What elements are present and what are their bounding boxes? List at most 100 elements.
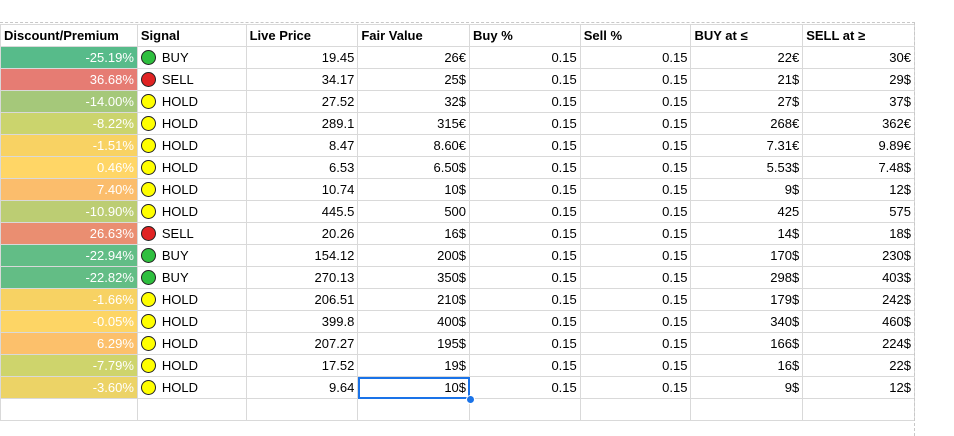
buy-percent-cell[interactable]: 0.15 — [469, 112, 581, 135]
fair-value-cell[interactable]: 26€ — [357, 46, 471, 69]
fair-value-cell[interactable]: 16$ — [357, 222, 471, 245]
cell[interactable] — [245, 398, 359, 421]
signal-cell[interactable]: HOLD — [136, 178, 247, 201]
live-price-cell[interactable]: 20.26 — [245, 222, 359, 245]
buy-percent-cell[interactable]: 0.15 — [469, 332, 581, 355]
live-price-cell[interactable]: 289.1 — [245, 112, 359, 135]
signal-cell[interactable]: HOLD — [136, 156, 247, 179]
signal-cell[interactable]: HOLD — [136, 310, 247, 333]
discount-premium-cell[interactable]: -3.60% — [0, 376, 138, 399]
live-price-cell[interactable]: 207.27 — [245, 332, 359, 355]
sell-percent-cell[interactable]: 0.15 — [579, 46, 692, 69]
header-buy-percent[interactable]: Buy % — [469, 24, 581, 47]
cell[interactable] — [690, 398, 804, 421]
buy-at-cell[interactable]: 5.53$ — [690, 156, 804, 179]
fair-value-cell[interactable]: 6.50$ — [357, 156, 471, 179]
buy-percent-cell[interactable]: 0.15 — [469, 178, 581, 201]
buy-at-cell[interactable]: 425 — [690, 200, 804, 223]
signal-cell[interactable]: BUY — [136, 244, 247, 267]
sell-percent-cell[interactable]: 0.15 — [579, 68, 692, 91]
buy-at-cell[interactable]: 16$ — [690, 354, 804, 377]
sell-percent-cell[interactable]: 0.15 — [579, 288, 692, 311]
discount-premium-cell[interactable]: -22.82% — [0, 266, 138, 289]
fair-value-cell[interactable]: 500 — [357, 200, 471, 223]
live-price-cell[interactable]: 445.5 — [245, 200, 359, 223]
cell[interactable] — [579, 398, 692, 421]
live-price-cell[interactable]: 6.53 — [245, 156, 359, 179]
buy-percent-cell[interactable]: 0.15 — [469, 68, 581, 91]
buy-at-cell[interactable]: 170$ — [690, 244, 804, 267]
buy-at-cell[interactable]: 298$ — [690, 266, 804, 289]
sell-percent-cell[interactable]: 0.15 — [579, 134, 692, 157]
sell-percent-cell[interactable]: 0.15 — [579, 266, 692, 289]
signal-cell[interactable]: HOLD — [136, 134, 247, 157]
signal-cell[interactable]: HOLD — [136, 354, 247, 377]
fill-handle[interactable] — [465, 394, 475, 404]
discount-premium-cell[interactable]: 6.29% — [0, 332, 138, 355]
sell-percent-cell[interactable]: 0.15 — [579, 376, 692, 399]
sell-percent-cell[interactable]: 0.15 — [579, 200, 692, 223]
fair-value-cell[interactable]: 195$ — [357, 332, 471, 355]
buy-percent-cell[interactable]: 0.15 — [469, 90, 581, 113]
buy-at-cell[interactable]: 179$ — [690, 288, 804, 311]
sell-at-cell[interactable]: 242$ — [802, 288, 915, 311]
header-buy-at[interactable]: BUY at ≤ — [690, 24, 804, 47]
header-sell-percent[interactable]: Sell % — [579, 24, 692, 47]
signal-cell[interactable]: HOLD — [136, 288, 247, 311]
buy-percent-cell[interactable]: 0.15 — [469, 46, 581, 69]
signal-cell[interactable]: BUY — [136, 266, 247, 289]
signal-cell[interactable]: SELL — [136, 68, 247, 91]
buy-percent-cell[interactable]: 0.15 — [469, 200, 581, 223]
discount-premium-cell[interactable]: -22.94% — [0, 244, 138, 267]
buy-percent-cell[interactable]: 0.15 — [469, 134, 581, 157]
discount-premium-cell[interactable]: -14.00% — [0, 90, 138, 113]
fair-value-cell[interactable]: 19$ — [357, 354, 471, 377]
discount-premium-cell[interactable]: -8.22% — [0, 112, 138, 135]
sell-at-cell[interactable]: 362€ — [802, 112, 915, 135]
fair-value-cell[interactable]: 400$ — [357, 310, 471, 333]
sell-percent-cell[interactable]: 0.15 — [579, 178, 692, 201]
discount-premium-cell[interactable]: 0.46% — [0, 156, 138, 179]
live-price-cell[interactable]: 19.45 — [245, 46, 359, 69]
sell-at-cell[interactable]: 22$ — [802, 354, 915, 377]
buy-at-cell[interactable]: 340$ — [690, 310, 804, 333]
buy-at-cell[interactable]: 166$ — [690, 332, 804, 355]
sell-at-cell[interactable]: 460$ — [802, 310, 915, 333]
fair-value-cell[interactable]: 25$ — [357, 68, 471, 91]
fair-value-cell-selected[interactable]: 10$ — [357, 376, 471, 399]
buy-percent-cell[interactable]: 0.15 — [469, 354, 581, 377]
sell-at-cell[interactable]: 9.89€ — [802, 134, 915, 157]
live-price-cell[interactable]: 154.12 — [245, 244, 359, 267]
signal-cell[interactable]: HOLD — [136, 376, 247, 399]
sell-at-cell[interactable]: 7.48$ — [802, 156, 915, 179]
buy-percent-cell[interactable]: 0.15 — [469, 310, 581, 333]
sell-at-cell[interactable]: 403$ — [802, 266, 915, 289]
sell-percent-cell[interactable]: 0.15 — [579, 156, 692, 179]
sell-percent-cell[interactable]: 0.15 — [579, 112, 692, 135]
fair-value-cell[interactable]: 350$ — [357, 266, 471, 289]
fair-value-cell[interactable]: 8.60€ — [357, 134, 471, 157]
live-price-cell[interactable]: 8.47 — [245, 134, 359, 157]
signal-cell[interactable]: HOLD — [136, 90, 247, 113]
signal-cell[interactable]: BUY — [136, 46, 247, 69]
discount-premium-cell[interactable]: -25.19% — [0, 46, 138, 69]
sell-percent-cell[interactable]: 0.15 — [579, 310, 692, 333]
buy-percent-cell[interactable]: 0.15 — [469, 376, 581, 399]
discount-premium-cell[interactable]: 36.68% — [0, 68, 138, 91]
live-price-cell[interactable]: 10.74 — [245, 178, 359, 201]
header-sell-at[interactable]: SELL at ≥ — [802, 24, 915, 47]
sell-at-cell[interactable]: 29$ — [802, 68, 915, 91]
sell-percent-cell[interactable]: 0.15 — [579, 354, 692, 377]
buy-at-cell[interactable]: 22€ — [690, 46, 804, 69]
cell[interactable] — [357, 398, 471, 421]
signal-cell[interactable]: HOLD — [136, 200, 247, 223]
buy-percent-cell[interactable]: 0.15 — [469, 266, 581, 289]
fair-value-cell[interactable]: 10$ — [357, 178, 471, 201]
fair-value-cell[interactable]: 315€ — [357, 112, 471, 135]
buy-percent-cell[interactable]: 0.15 — [469, 156, 581, 179]
cell[interactable] — [469, 398, 581, 421]
sell-percent-cell[interactable]: 0.15 — [579, 244, 692, 267]
sell-at-cell[interactable]: 224$ — [802, 332, 915, 355]
buy-at-cell[interactable]: 9$ — [690, 376, 804, 399]
sell-at-cell[interactable]: 230$ — [802, 244, 915, 267]
